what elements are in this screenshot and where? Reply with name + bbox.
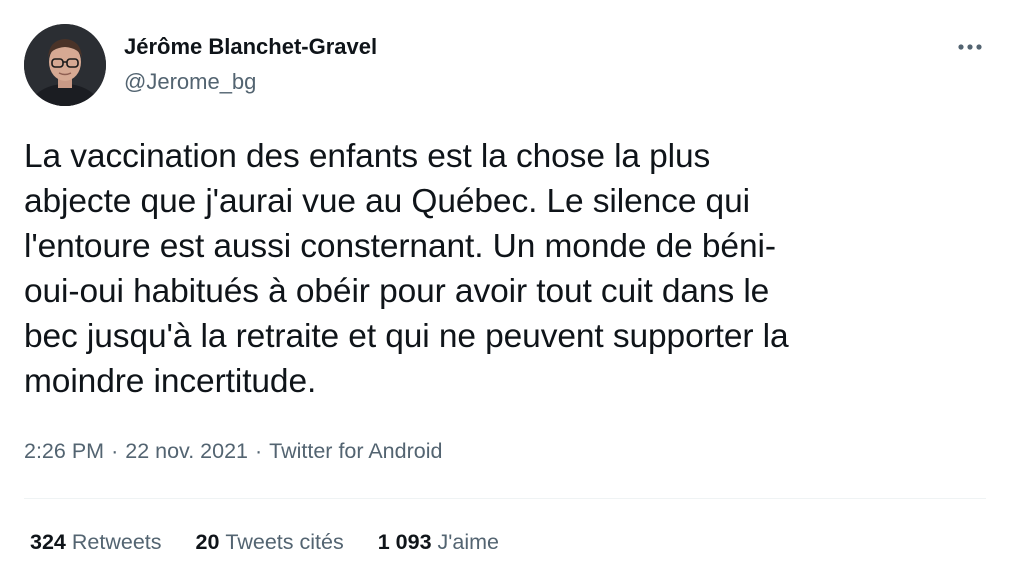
likes-label: J'aime bbox=[437, 530, 499, 554]
tweet-source[interactable]: Twitter for Android bbox=[269, 439, 442, 463]
quotes-count: 20 bbox=[195, 530, 220, 554]
author-handle[interactable]: @Jerome_bg bbox=[124, 69, 256, 95]
tweet-date[interactable]: 22 nov. 2021 bbox=[125, 439, 248, 463]
tweet-time[interactable]: 2:26 PM bbox=[24, 439, 104, 463]
quotes-label: Tweets cités bbox=[225, 530, 344, 554]
meta-separator: · bbox=[254, 439, 263, 463]
more-horizontal-icon bbox=[958, 44, 982, 50]
quotes-stat[interactable]: 20 Tweets cités bbox=[196, 530, 344, 555]
avatar[interactable] bbox=[24, 24, 106, 106]
tweet: Jérôme Blanchet-Gravel @Jerome_bg La vac… bbox=[0, 0, 1010, 588]
meta-separator: · bbox=[111, 439, 119, 463]
divider bbox=[24, 498, 986, 499]
tweet-text: La vaccination des enfants est la chose … bbox=[24, 138, 789, 400]
tweet-stats: 324 Retweets 20 Tweets cités 1 093 J'aime bbox=[30, 530, 499, 555]
retweets-label: Retweets bbox=[71, 530, 162, 554]
retweets-count: 324 bbox=[30, 530, 66, 554]
author-display-name[interactable]: Jérôme Blanchet-Gravel bbox=[124, 34, 377, 60]
avatar-image bbox=[24, 24, 106, 106]
likes-count: 1 093 bbox=[377, 530, 432, 554]
likes-stat[interactable]: 1 093 J'aime bbox=[378, 530, 499, 555]
more-options-button[interactable] bbox=[950, 30, 990, 64]
tweet-meta: 2:26 PM · 22 nov. 2021 · Twitter for Android bbox=[24, 439, 442, 464]
retweets-stat[interactable]: 324 Retweets bbox=[30, 530, 162, 555]
